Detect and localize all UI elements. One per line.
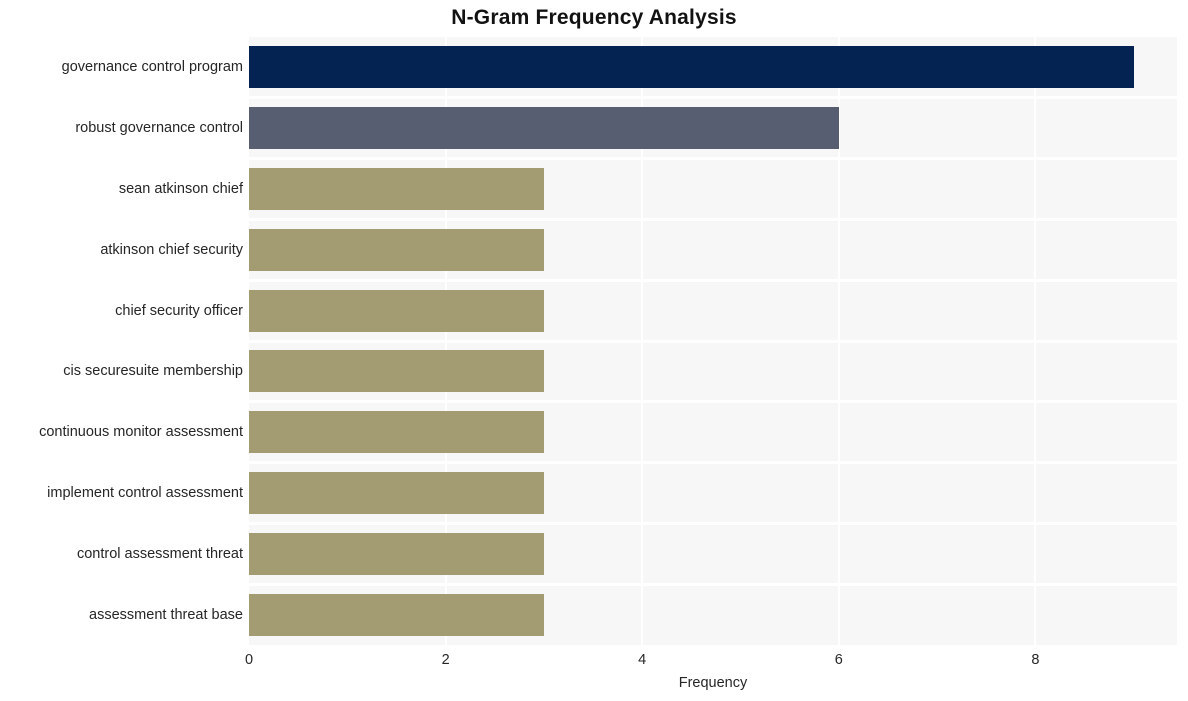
bar[interactable] — [249, 593, 544, 636]
band-separator — [249, 157, 1177, 161]
band-separator — [249, 96, 1177, 100]
band-separator — [249, 217, 1177, 221]
band-separator — [249, 278, 1177, 282]
band-separator — [249, 582, 1177, 586]
x-axis: 0 2 4 6 8 — [0, 645, 1188, 675]
band-separator — [249, 339, 1177, 343]
bar[interactable] — [249, 411, 544, 454]
y-tick-label: sean atkinson chief — [118, 181, 243, 197]
bar[interactable] — [249, 472, 544, 514]
x-tick-label: 2 — [441, 652, 450, 668]
bar[interactable] — [249, 532, 544, 575]
bar[interactable] — [249, 46, 1134, 89]
y-tick-label: control assessment threat — [76, 545, 243, 562]
bar[interactable] — [249, 289, 544, 332]
x-axis-title: Frequency — [678, 675, 748, 691]
x-tick-label: 8 — [1031, 652, 1040, 668]
band-separator — [249, 461, 1177, 465]
chart-title: N-Gram Frequency Analysis — [451, 6, 737, 29]
x-tick-label: 4 — [638, 652, 647, 668]
y-tick-label: governance control program — [61, 59, 243, 76]
band-separator — [249, 521, 1177, 525]
x-tick-label: 6 — [834, 652, 843, 668]
bar[interactable] — [249, 107, 839, 150]
y-tick-label: continuous monitor assessment — [39, 424, 243, 441]
bar[interactable] — [249, 228, 544, 271]
y-tick-label: cis securesuite membership — [63, 363, 243, 380]
bar[interactable] — [249, 168, 544, 210]
ngram-frequency-chart: N-Gram Frequency Analysis governance con… — [0, 0, 1188, 701]
x-tick-label: 0 — [244, 652, 254, 668]
y-tick-label: chief security officer — [115, 302, 243, 319]
y-tick-label: implement control assessment — [47, 485, 243, 501]
y-tick-label: robust governance control — [75, 120, 243, 137]
band-separator — [249, 400, 1177, 404]
y-tick-label: assessment threat base — [89, 606, 243, 623]
plot-area — [249, 37, 1177, 645]
bar[interactable] — [249, 350, 544, 393]
y-tick-label: atkinson chief security — [100, 241, 243, 258]
y-axis: governance control program robust governa… — [0, 37, 243, 645]
